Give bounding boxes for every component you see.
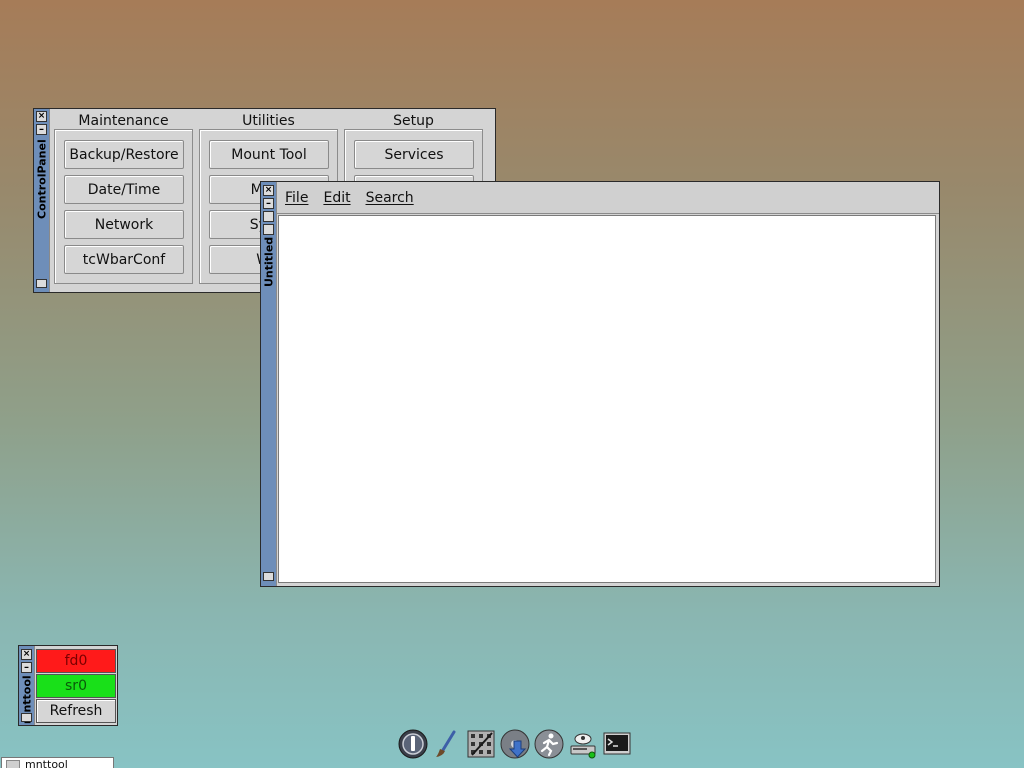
mnttool-window: × – mnttool fd0 sr0 Refresh [18, 645, 118, 726]
minimize-icon[interactable]: – [21, 662, 32, 673]
apps-grid-icon[interactable] [465, 729, 496, 760]
maximize-icon[interactable] [263, 211, 274, 222]
network-button[interactable]: Network [64, 210, 184, 239]
power-icon[interactable] [397, 729, 428, 760]
drive-fd0-button[interactable]: fd0 [36, 649, 116, 673]
column-heading: Maintenance [78, 113, 169, 129]
editor-titlebar[interactable]: × – Untitled [261, 182, 277, 586]
taskbar-item-label: mnttool [25, 758, 68, 768]
column-heading: Setup [393, 113, 434, 129]
taskbar-item-mnttool[interactable]: mnttool [1, 757, 114, 768]
drive-mount-icon[interactable] [567, 729, 598, 760]
menu-edit[interactable]: Edit [323, 190, 350, 206]
control-panel-titlebar[interactable]: × – ControlPanel [34, 109, 50, 292]
close-icon[interactable]: × [263, 185, 274, 196]
install-icon[interactable] [499, 729, 530, 760]
button-group: Backup/Restore Date/Time Network tcWbarC… [54, 129, 193, 284]
mount-tool-button[interactable]: Mount Tool [209, 140, 329, 169]
terminal-icon[interactable] [601, 729, 632, 760]
menu-search[interactable]: Search [366, 190, 414, 206]
window-icon [6, 759, 20, 768]
services-button[interactable]: Services [354, 140, 474, 169]
close-icon[interactable]: × [36, 111, 47, 122]
resize-icon[interactable] [263, 572, 274, 581]
refresh-button[interactable]: Refresh [36, 699, 116, 723]
close-icon[interactable]: × [21, 649, 32, 660]
mnttool-titlebar[interactable]: × – mnttool [19, 646, 35, 725]
window-title: Untitled [262, 237, 276, 288]
menu-bar: File Edit Search [277, 182, 939, 214]
paintbrush-icon[interactable] [431, 729, 462, 760]
drive-sr0-button[interactable]: sr0 [36, 674, 116, 698]
window-title: ControlPanel [35, 139, 49, 219]
resize-icon[interactable] [21, 713, 32, 722]
window-title: mnttool [20, 675, 34, 724]
menu-file[interactable]: File [285, 190, 308, 206]
dock [394, 724, 632, 764]
shade-icon[interactable] [263, 224, 274, 235]
runner-icon[interactable] [533, 729, 564, 760]
backup-restore-button[interactable]: Backup/Restore [64, 140, 184, 169]
date-time-button[interactable]: Date/Time [64, 175, 184, 204]
text-editor-area[interactable] [278, 215, 936, 583]
tcwbarconf-button[interactable]: tcWbarConf [64, 245, 184, 274]
minimize-icon[interactable]: – [263, 198, 274, 209]
editor-window: × – Untitled File Edit Search [260, 181, 940, 587]
resize-icon[interactable] [36, 279, 47, 288]
minimize-icon[interactable]: – [36, 124, 47, 135]
column-heading: Utilities [242, 113, 295, 129]
